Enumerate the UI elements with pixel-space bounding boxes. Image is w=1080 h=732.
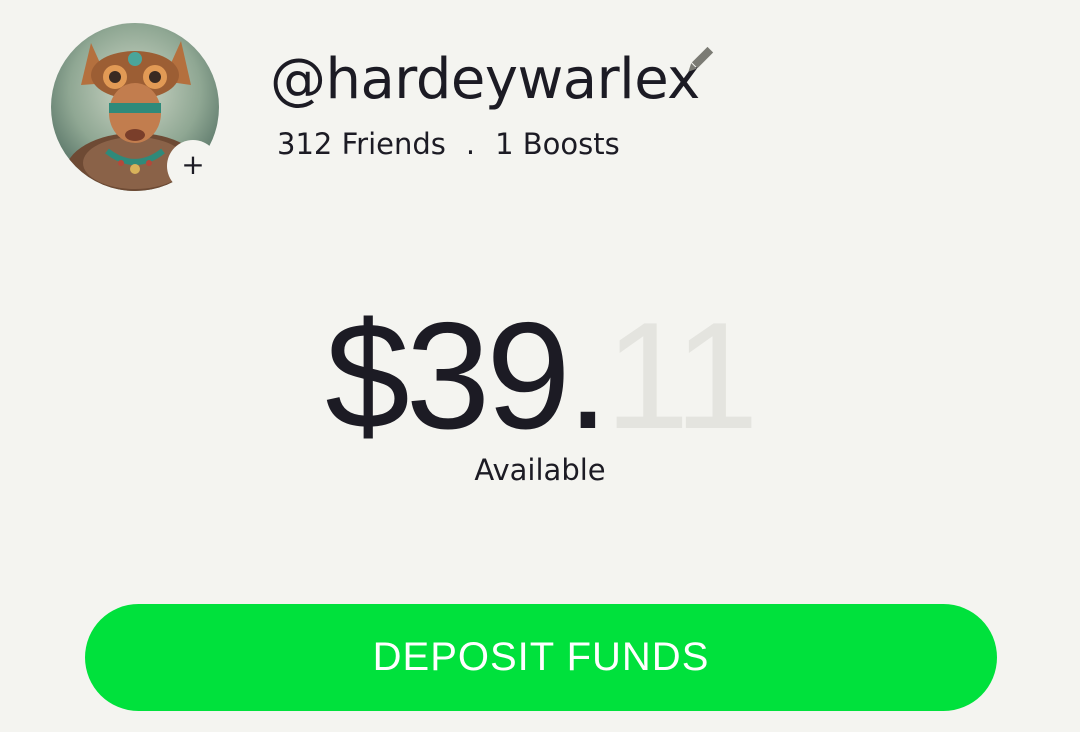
profile-stats: 312 Friends . 1 Boosts xyxy=(277,126,620,162)
friends-count[interactable]: 312 Friends xyxy=(277,126,446,162)
pencil-icon[interactable] xyxy=(682,44,716,78)
balance-label: Available xyxy=(474,453,606,487)
stats-separator: . xyxy=(465,127,476,161)
balance-amount: $39.11 xyxy=(0,296,1080,456)
add-photo-button[interactable]: + xyxy=(167,140,219,192)
boosts-count[interactable]: 1 Boosts xyxy=(495,126,620,162)
deposit-funds-button[interactable]: DEPOSIT FUNDS xyxy=(85,604,997,711)
username: @hardeywarlex xyxy=(270,47,700,112)
balance-dollars: $39. xyxy=(325,291,609,461)
balance-cents: 11 xyxy=(605,291,759,461)
plus-icon: + xyxy=(181,148,205,181)
